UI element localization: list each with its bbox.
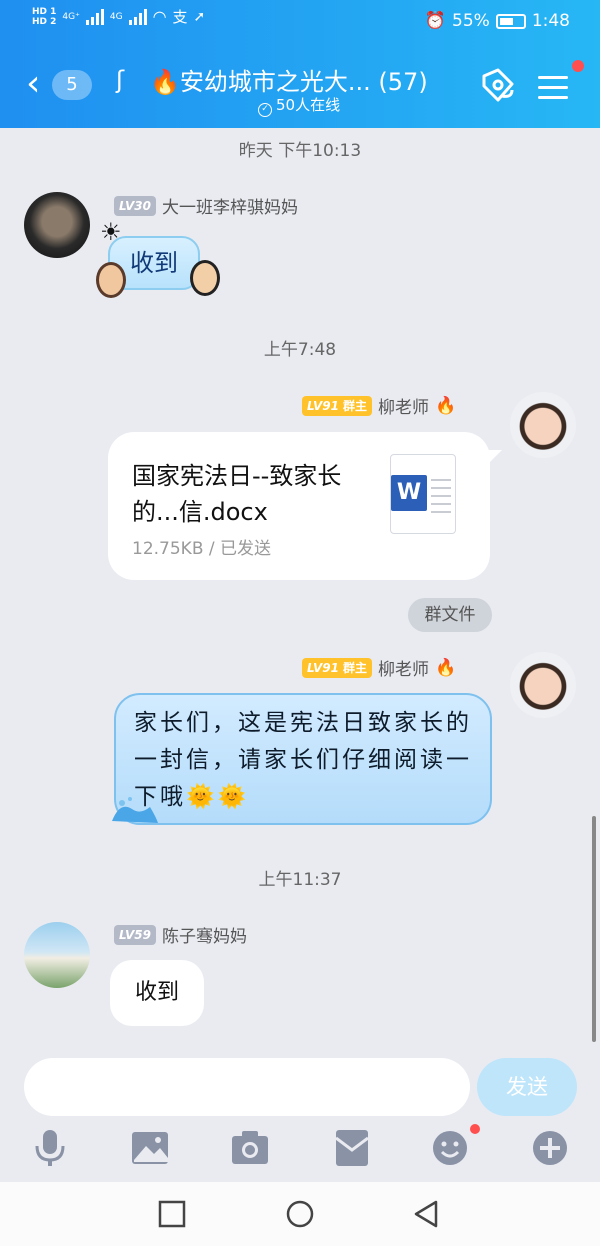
battery-percent: 55% [452, 11, 490, 31]
file-card[interactable]: 国家宪法日--致家长的...信.docx 12.75KB / 已发送 W [108, 432, 502, 580]
level-badge: LV30 [114, 195, 156, 216]
file-status: 已发送 [220, 539, 272, 559]
word-document-icon: W [390, 454, 456, 534]
chat-header: HD 1 HD 2 4G⁺ 4G ◠ 支 ➚ ⏰ 55% 1:48 ‹ 5 ʃ 🔥… [0, 0, 600, 128]
group-title[interactable]: 🔥安幼城市之光大... (57) [150, 62, 428, 97]
network-label-1: 4G⁺ [62, 11, 80, 22]
message-bubble[interactable]: 收到 [110, 960, 204, 1026]
group-settings-icon[interactable] [478, 68, 518, 104]
message-text: 家长们，这是宪法日致家长的一封信，请家长们仔细阅读一下哦🌞🌞 [134, 710, 472, 810]
emoji-notification-dot [470, 1124, 480, 1134]
sender-line: LV91 群主 柳老师 🔥 [302, 393, 456, 418]
emoji-icon[interactable] [430, 1128, 470, 1168]
recent-apps-icon[interactable] [156, 1198, 188, 1230]
group-files-tag[interactable]: 群文件 [408, 598, 492, 632]
timestamp: 上午7:48 [263, 340, 337, 360]
image-icon[interactable] [130, 1128, 170, 1168]
input-toolbar [0, 1124, 600, 1174]
sender-line: LV30 大一班李梓骐妈妈 [114, 193, 298, 218]
timestamp: 昨天 下午10:13 [238, 141, 362, 161]
sender-line: LV91 群主 柳老师 🔥 [302, 655, 456, 680]
system-nav-bar [0, 1182, 600, 1246]
nav-bar: ‹ 5 ʃ 🔥安幼城市之光大... (57) ✓ 50人在线 [0, 56, 600, 120]
sender-name: 柳老师 [378, 660, 429, 680]
file-meta: 12.75KB / 已发送 [132, 539, 272, 559]
send-arrow-icon: ➚ [193, 8, 206, 25]
unread-count-badge[interactable]: 5 [52, 70, 92, 100]
back-icon[interactable] [410, 1198, 442, 1230]
red-envelope-icon[interactable] [332, 1128, 372, 1168]
fire-icon: 🔥 [435, 657, 457, 678]
home-icon[interactable] [284, 1198, 316, 1230]
battery-icon [495, 13, 526, 29]
send-button[interactable]: 发送 [477, 1058, 577, 1116]
signal-icon [85, 8, 104, 25]
sender-line: LV59 陈子骞妈妈 [114, 922, 247, 947]
group-name: 🔥安幼城市之光大... [150, 68, 371, 96]
input-area: 发送 [0, 1046, 600, 1182]
alipay-icon: 支 [172, 8, 188, 26]
wifi-icon: ◠ [152, 7, 167, 26]
status-bar: HD 1 HD 2 4G⁺ 4G ◠ 支 ➚ ⏰ 55% 1:48 [0, 0, 600, 46]
earpiece-mode-icon[interactable]: ʃ [116, 66, 124, 94]
message-input[interactable] [24, 1058, 470, 1116]
level-badge: LV91 群主 [302, 657, 372, 678]
clock: 1:48 [531, 11, 570, 31]
level-badge: LV59 [114, 924, 156, 945]
menu-icon[interactable] [538, 76, 568, 106]
online-status: ✓ 50人在线 [258, 94, 340, 117]
message-bubble[interactable]: 家长们，这是宪法日致家长的一封信，请家长们仔细阅读一下哦🌞🌞 [112, 693, 492, 825]
file-name: 国家宪法日--致家长的...信.docx [132, 462, 342, 526]
camera-icon[interactable] [230, 1128, 270, 1168]
sender-name: 柳老师 [378, 398, 429, 418]
signal-icon-2 [128, 8, 147, 25]
avatar[interactable] [24, 192, 90, 258]
message-text: 收到 [134, 980, 179, 1005]
timestamp: 上午11:37 [258, 870, 342, 890]
sender-name: 陈子骞妈妈 [161, 927, 247, 947]
file-size: 12.75KB [132, 539, 204, 559]
cartoon-girl-icon [96, 262, 126, 298]
hd-indicator: HD 1 HD 2 [32, 6, 57, 27]
back-chevron-icon[interactable]: ‹ [26, 66, 40, 102]
fire-icon: 🔥 [435, 395, 457, 416]
scrollbar[interactable] [592, 816, 596, 1042]
wave-decoration-icon [112, 797, 158, 823]
avatar[interactable] [510, 652, 576, 718]
plus-icon[interactable] [530, 1128, 570, 1168]
notification-dot [572, 60, 584, 72]
microphone-icon[interactable] [30, 1128, 70, 1168]
avatar[interactable] [510, 392, 576, 458]
level-badge: LV91 群主 [302, 395, 372, 416]
avatar[interactable] [24, 922, 90, 988]
online-count: 50人在线 [276, 96, 341, 114]
member-count: (57) [378, 68, 428, 96]
cartoon-boy-icon [190, 260, 220, 296]
sender-name: 大一班李梓骐妈妈 [161, 198, 298, 218]
alarm-icon: ⏰ [424, 11, 447, 31]
network-label-2: 4G [109, 11, 123, 22]
check-circle-icon: ✓ [258, 103, 272, 117]
